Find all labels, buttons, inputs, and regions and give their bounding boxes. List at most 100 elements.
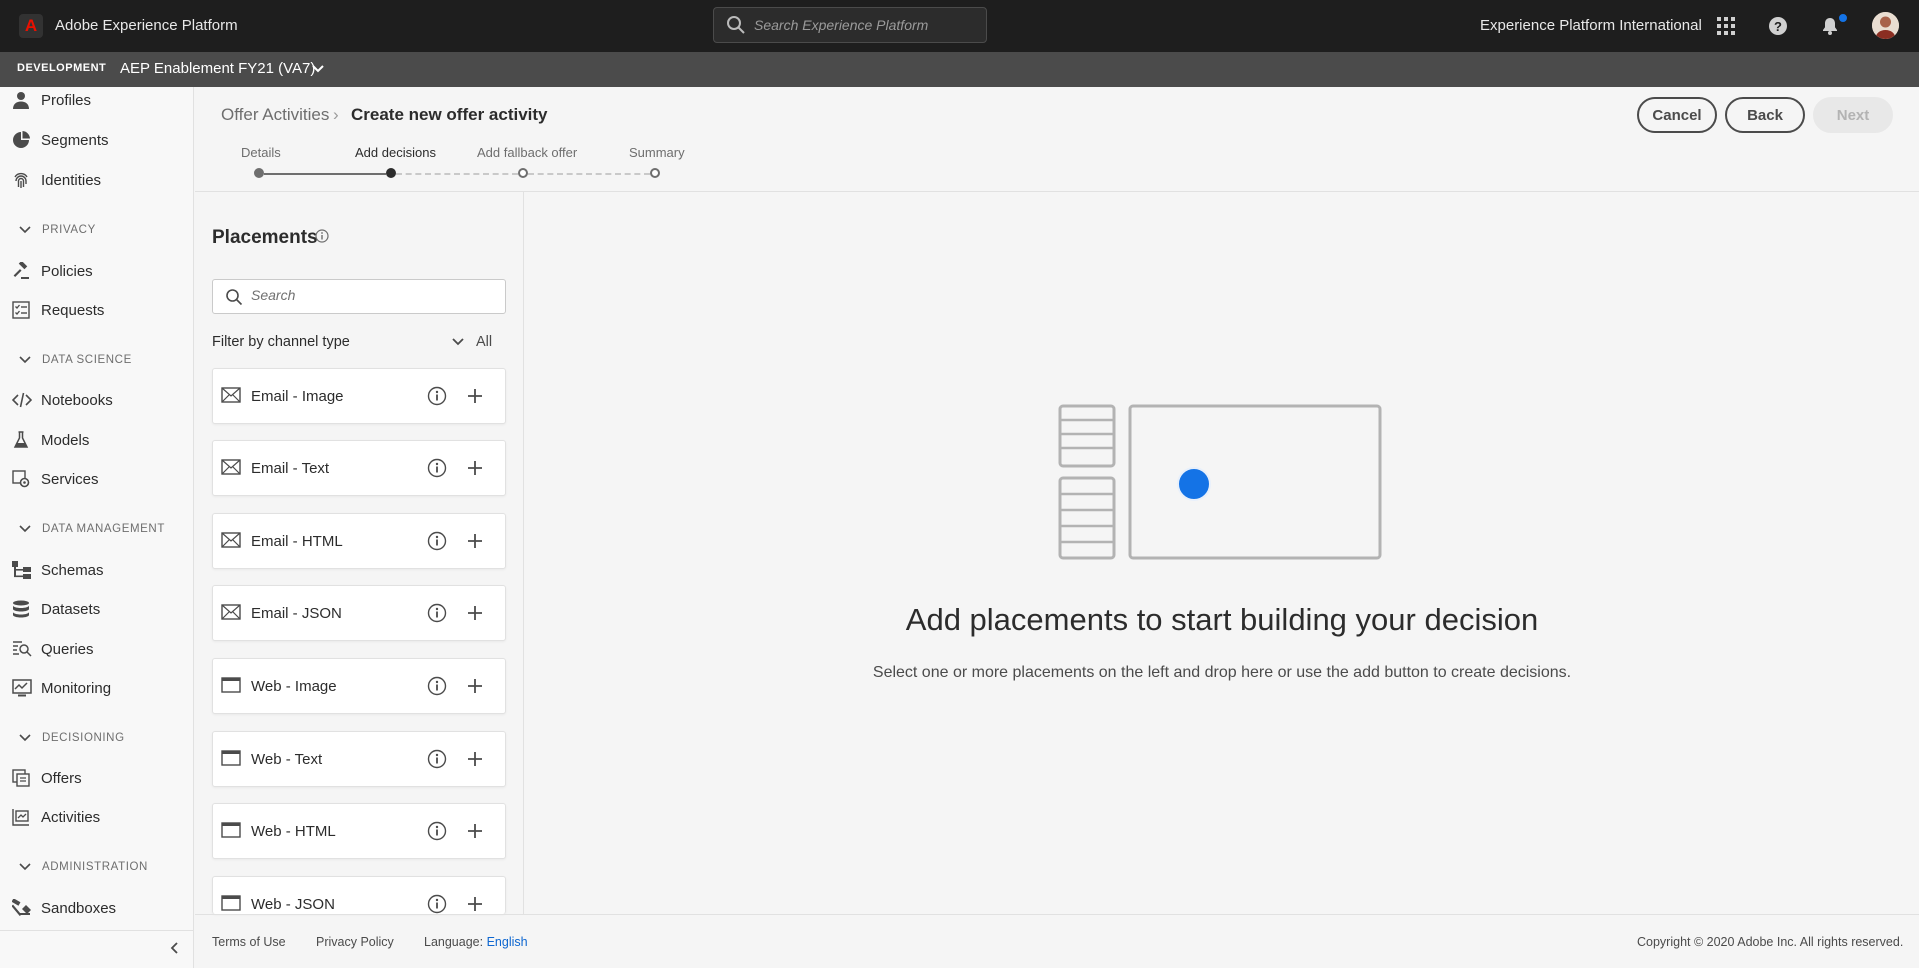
placement-label: Email - HTML	[251, 533, 343, 550]
global-search-input[interactable]	[754, 17, 974, 33]
svg-text:?: ?	[1774, 19, 1782, 34]
services-icon	[12, 470, 30, 488]
breadcrumb-offer-activities[interactable]: Offer Activities	[221, 105, 329, 125]
add-icon[interactable]	[465, 531, 485, 551]
info-icon[interactable]	[427, 386, 447, 406]
sidebar-item-requests[interactable]: Requests	[0, 292, 193, 328]
placements-search-input[interactable]	[251, 287, 491, 303]
fingerprint-icon	[14, 172, 28, 188]
sidebar-item-activities[interactable]: Activities	[0, 799, 193, 835]
info-icon[interactable]	[427, 458, 447, 478]
page-title: Create new offer activity	[351, 105, 548, 124]
avatar[interactable]	[1872, 12, 1899, 39]
org-switcher[interactable]: Experience Platform International	[1480, 17, 1702, 34]
placement-label: Email - Image	[251, 388, 344, 405]
sandbox-icon	[12, 899, 31, 917]
info-icon[interactable]	[427, 821, 447, 841]
sidebar-item-segments[interactable]: Segments	[0, 122, 193, 158]
placement-card[interactable]: Email - Text	[212, 440, 506, 496]
chevron-down-icon[interactable]	[451, 335, 465, 349]
adobe-logo-icon[interactable]: A	[19, 14, 43, 38]
sidebar-item-label: Segments	[41, 131, 109, 149]
sidebar-item-label: Sandboxes	[41, 899, 117, 917]
section-title: DATA SCIENCE	[42, 354, 132, 366]
sidebar-item-notebooks[interactable]: Notebooks	[0, 382, 193, 418]
placement-card[interactable]: Web - Image	[212, 658, 506, 714]
collapse-sidebar-chevron-icon[interactable]	[168, 941, 182, 955]
step-details-label: Details	[241, 145, 281, 160]
section-decisioning[interactable]: DECISIONING	[0, 728, 193, 748]
placement-label: Email - Text	[251, 460, 330, 477]
left-nav: Profiles Segments Identities PRIVACY Pol…	[0, 87, 194, 968]
section-data-management[interactable]: DATA MANAGEMENT	[0, 519, 193, 539]
placement-card[interactable]: Email - Image	[212, 368, 506, 424]
sandbox-switcher[interactable]: AEP Enablement FY21 (VA7)	[120, 60, 315, 77]
sidebar-item-label: Monitoring	[41, 679, 112, 697]
info-icon[interactable]	[427, 531, 447, 551]
copyright-text: Copyright © 2020 Adobe Inc. All rights r…	[1637, 935, 1904, 949]
terms-link[interactable]: Terms of Use	[212, 935, 286, 949]
add-icon[interactable]	[465, 603, 485, 623]
placement-card[interactable]: Web - Text	[212, 731, 506, 787]
language-selector: Language: English	[424, 935, 528, 949]
add-icon[interactable]	[465, 894, 485, 914]
sidebar-item-models[interactable]: Models	[0, 422, 193, 458]
language-link[interactable]: English	[487, 935, 528, 949]
app-grid-icon[interactable]	[1713, 13, 1739, 39]
global-search[interactable]	[713, 7, 987, 43]
channel-type-filter[interactable]: All	[476, 334, 492, 350]
info-icon[interactable]	[427, 749, 447, 769]
email-icon	[221, 387, 241, 403]
sidebar-item-datasets[interactable]: Datasets	[0, 591, 193, 627]
sidebar-item-label: Requests	[41, 301, 105, 319]
flask-icon	[13, 431, 29, 448]
add-icon[interactable]	[465, 386, 485, 406]
sidebar-item-profiles[interactable]: Profiles	[0, 82, 193, 118]
monitoring-icon	[12, 679, 32, 697]
placement-card[interactable]: Web - HTML	[212, 803, 506, 859]
sidebar-item-schemas[interactable]: Schemas	[0, 552, 193, 588]
info-icon[interactable]	[427, 894, 447, 914]
add-icon[interactable]	[465, 821, 485, 841]
sidebar-item-monitoring[interactable]: Monitoring	[0, 670, 193, 706]
cancel-button[interactable]: Cancel	[1637, 97, 1717, 133]
sidebar-item-services[interactable]: Services	[0, 461, 193, 497]
app-title[interactable]: Adobe Experience Platform	[55, 17, 238, 34]
placements-search[interactable]	[212, 279, 506, 314]
sidebar-item-policies[interactable]: Policies	[0, 253, 193, 289]
help-icon[interactable]: ?	[1765, 13, 1791, 39]
add-icon[interactable]	[465, 676, 485, 696]
next-button[interactable]: Next	[1813, 97, 1893, 133]
section-title: DATA MANAGEMENT	[42, 523, 165, 535]
placement-card[interactable]: Email - JSON	[212, 585, 506, 641]
user-icon	[13, 92, 29, 109]
add-icon[interactable]	[465, 458, 485, 478]
sidebar-item-identities[interactable]: Identities	[0, 162, 193, 198]
step-summary-label: Summary	[629, 145, 685, 160]
add-icon[interactable]	[465, 749, 485, 769]
info-icon[interactable]	[427, 603, 447, 623]
top-bar: A Adobe Experience Platform Experience P…	[0, 0, 1919, 52]
section-administration[interactable]: ADMINISTRATION	[0, 857, 193, 877]
notification-badge	[1837, 12, 1849, 24]
chevron-down-icon[interactable]	[310, 61, 326, 77]
section-privacy[interactable]: PRIVACY	[0, 220, 193, 240]
sidebar-item-label: Activities	[41, 808, 101, 826]
section-data-science[interactable]: DATA SCIENCE	[0, 350, 193, 370]
info-icon[interactable]	[427, 676, 447, 696]
info-icon[interactable]	[315, 229, 329, 243]
sidebar-item-queries[interactable]: Queries	[0, 631, 193, 667]
privacy-link[interactable]: Privacy Policy	[316, 935, 394, 949]
query-icon	[13, 641, 32, 657]
step-fallback-dot	[518, 168, 528, 178]
placement-card[interactable]: Web - JSON	[212, 876, 506, 914]
step-indicator: Details Add decisions Add fallback offer…	[200, 145, 700, 185]
back-button[interactable]: Back	[1725, 97, 1805, 133]
sidebar-item-offers[interactable]: Offers	[0, 760, 193, 796]
sidebar-item-label: Offers	[41, 769, 82, 787]
placement-card[interactable]: Email - HTML	[212, 513, 506, 569]
sidebar-item-sandboxes[interactable]: Sandboxes	[0, 890, 193, 926]
step-connector	[264, 173, 386, 175]
sidebar-item-label: Notebooks	[41, 391, 113, 409]
section-title: PRIVACY	[42, 224, 96, 236]
